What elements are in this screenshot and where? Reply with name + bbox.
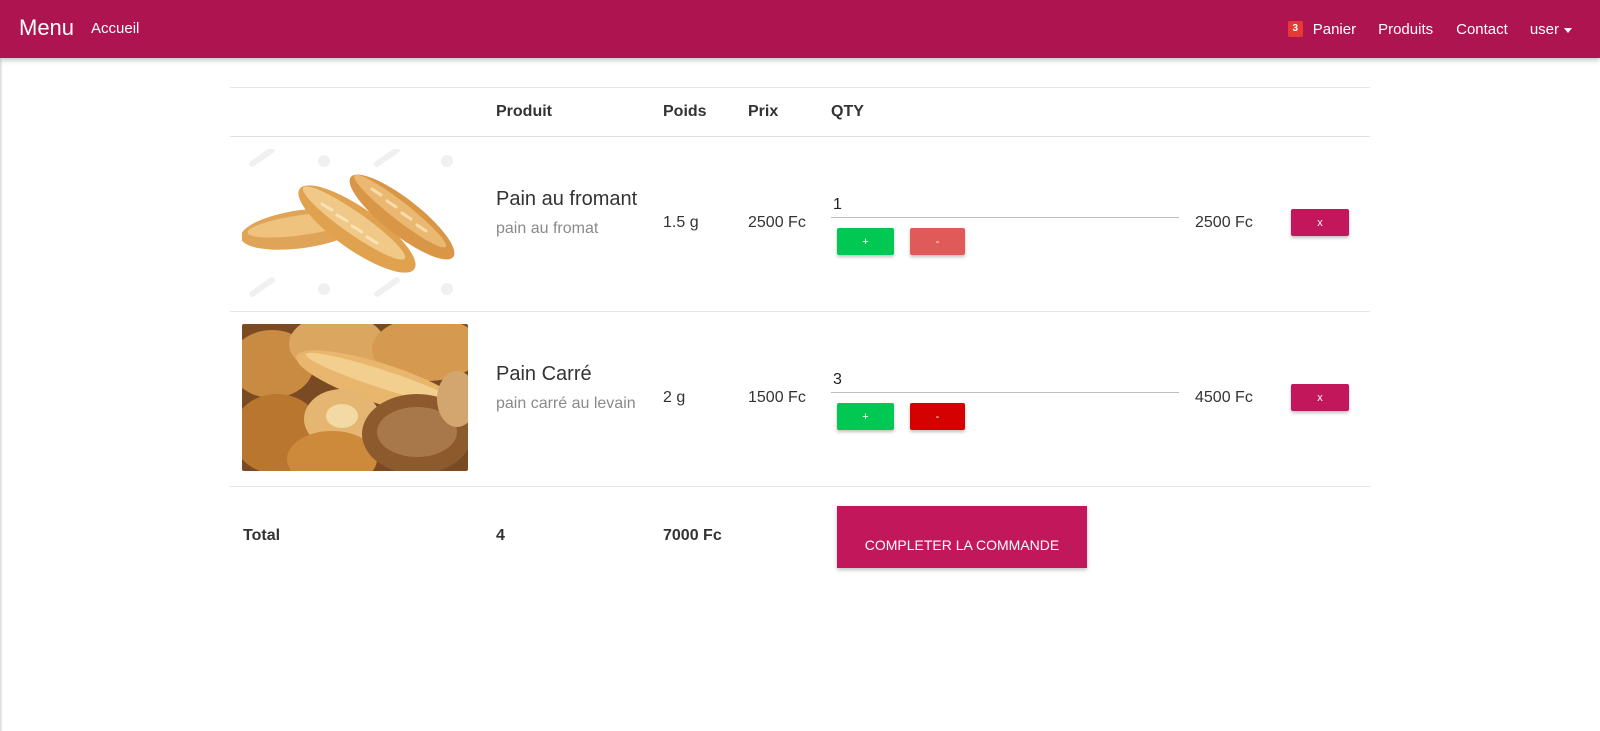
remove-item-button[interactable]: x xyxy=(1291,209,1349,236)
nav-link-home[interactable]: Accueil xyxy=(91,20,139,37)
product-price: 2500 Fc xyxy=(748,214,806,231)
product-subtotal: 2500 Fc xyxy=(1195,214,1253,231)
header-weight: Poids xyxy=(663,103,707,120)
user-label: user xyxy=(1529,20,1559,38)
product-image-baguettes xyxy=(242,149,468,299)
total-row: Total 4 7000 Fc COMPLETER LA COMMANDE xyxy=(230,487,1370,582)
quantity-input[interactable] xyxy=(831,192,1179,218)
header-product: Produit xyxy=(496,103,552,120)
product-name: Pain Carré xyxy=(496,363,592,385)
increase-quantity-button[interactable]: + xyxy=(837,403,894,430)
increase-quantity-button[interactable]: + xyxy=(837,228,894,255)
caret-down-icon xyxy=(1564,27,1572,33)
nav-link-contact[interactable]: Contact xyxy=(1456,21,1508,38)
remove-item-button[interactable]: x xyxy=(1291,384,1349,411)
cart-table: Produit Poids Prix QTY Pain au fromant p… xyxy=(230,87,1370,582)
product-image-breads xyxy=(242,324,468,471)
nav-cart-label: Panier xyxy=(1312,20,1357,38)
product-description: pain carré au levain xyxy=(496,395,636,412)
navbar: Menu Accueil 3 Panier Produits Contact u… xyxy=(0,0,1600,58)
nav-link-cart[interactable]: 3 Panier xyxy=(1287,20,1357,38)
product-weight: 1.5 g xyxy=(663,214,699,231)
total-quantity: 4 xyxy=(496,527,505,544)
nav-link-products[interactable]: Produits xyxy=(1378,21,1433,38)
product-description: pain au fromat xyxy=(496,220,599,237)
quantity-input[interactable] xyxy=(831,367,1179,393)
product-name: Pain au fromant xyxy=(496,188,638,210)
table-row: Pain Carré pain carré au levain 2 g 1500… xyxy=(230,312,1370,487)
product-price: 1500 Fc xyxy=(748,389,806,406)
header-qty: QTY xyxy=(831,103,864,120)
decrease-quantity-button[interactable]: - xyxy=(910,403,965,430)
total-label: Total xyxy=(243,527,281,544)
page-edge xyxy=(0,0,3,731)
complete-order-button[interactable]: COMPLETER LA COMMANDE xyxy=(837,506,1087,568)
nav-right: 3 Panier Produits Contact user xyxy=(1287,0,1572,58)
brand-menu[interactable]: Menu xyxy=(19,15,74,41)
product-weight: 2 g xyxy=(663,389,686,406)
table-header: Produit Poids Prix QTY xyxy=(230,87,1370,137)
cart-count-badge: 3 xyxy=(1287,21,1303,37)
table-row: Pain au fromant pain au fromat 1.5 g 250… xyxy=(230,137,1370,312)
decrease-quantity-button[interactable]: - xyxy=(910,228,965,255)
header-price: Prix xyxy=(748,103,779,120)
product-subtotal: 4500 Fc xyxy=(1195,389,1253,406)
total-amount: 7000 Fc xyxy=(663,527,722,544)
user-dropdown[interactable]: user xyxy=(1530,21,1572,38)
